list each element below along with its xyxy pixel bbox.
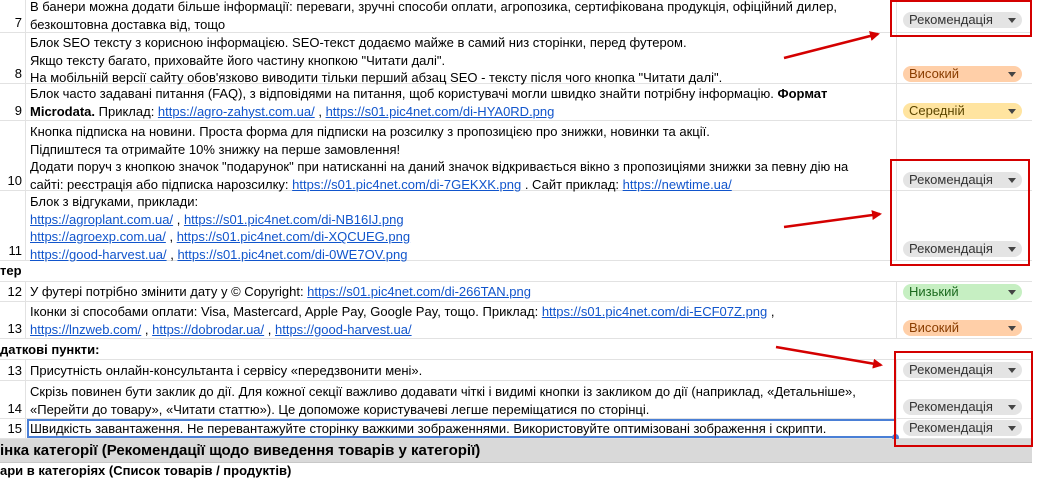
annotation-arrow (775, 345, 883, 369)
annotation-arrows (775, 31, 883, 369)
annotation-arrow (783, 210, 882, 229)
spreadsheet-grid: 7 В банери можна додати більше інформаці… (0, 0, 1050, 478)
annotation-arrow (783, 31, 880, 60)
